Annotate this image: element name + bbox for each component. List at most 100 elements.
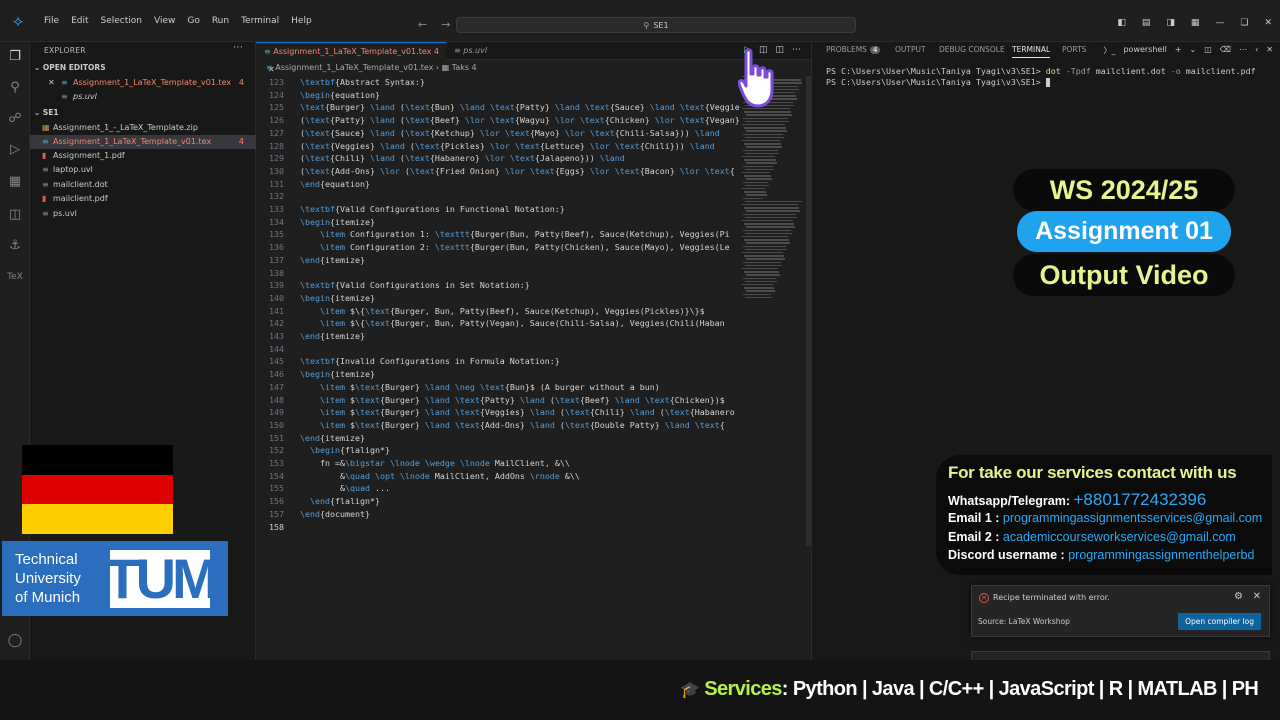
split-terminal-icon[interactable]: ◫ — [1204, 45, 1212, 56]
code-line[interactable]: 138 — [256, 267, 740, 280]
chevron-down-icon[interactable]: ⌄ — [1190, 45, 1197, 56]
code-line[interactable]: 152 \begin{flalign*} — [256, 444, 740, 457]
toggle-secondary-sidebar-icon[interactable]: ◨ — [1166, 18, 1175, 28]
menu-view[interactable]: View — [148, 16, 181, 26]
code-line[interactable]: 140 \begin{itemize} — [256, 292, 740, 305]
menu-go[interactable]: Go — [181, 16, 205, 26]
layout-icon[interactable]: ▦ — [1191, 18, 1200, 28]
chevron-left-icon[interactable]: ‹ — [1255, 45, 1258, 56]
code-line[interactable]: 137 \end{itemize} — [256, 254, 740, 267]
code-line[interactable]: 146 \begin{itemize} — [256, 368, 740, 381]
code-line[interactable]: 131 \end{equation} — [256, 178, 740, 191]
run-debug-icon[interactable]: ▷ — [5, 139, 25, 159]
open-editor-item[interactable]: ≡ ps.uvl — [30, 90, 256, 104]
minimize-icon[interactable]: — — [1215, 18, 1224, 28]
tex-icon[interactable]: TeX — [5, 267, 25, 287]
code-line[interactable]: 147 \item $\text{Burger} \land \neg \tex… — [256, 381, 740, 394]
code-line[interactable]: 126 (\text{Patty} \land (\text{Beef} \lor… — [256, 114, 740, 127]
explorer-icon[interactable]: ❐ — [5, 46, 25, 66]
file-item-selected[interactable]: ≡ Assignment_1_LaTeX_Template_v01.tex 4 — [30, 135, 256, 149]
tab-ports[interactable]: PORTS — [1062, 45, 1086, 54]
more-icon[interactable]: ⋯ — [1239, 45, 1247, 56]
close-icon[interactable]: ✕ — [1253, 591, 1261, 602]
code-line[interactable]: 128 (\text{Veggies} \land (\text{Pickles}… — [256, 140, 740, 153]
shell-name[interactable]: powershell — [1123, 45, 1166, 56]
code-line[interactable]: 156 \end{flalign*} — [256, 495, 740, 508]
code-line[interactable]: 130 (\text{Add-Ons} \lor (\text{Fried Oni… — [256, 165, 740, 178]
more-actions-icon[interactable]: ⋯ — [233, 42, 243, 53]
code-line[interactable]: 134 \begin{itemize} — [256, 216, 740, 229]
trash-icon[interactable]: ⌫ — [1220, 45, 1231, 56]
code-line[interactable]: 144 — [256, 343, 740, 356]
command-center-search[interactable]: ⚲ SE1 — [456, 17, 856, 33]
back-arrow-icon[interactable]: ← — [418, 18, 427, 31]
line-number: 151 — [269, 432, 284, 443]
file-item[interactable]: ▮ Assignment_1.pdf — [30, 149, 256, 163]
code-line[interactable]: 136 \item Configuration 2: \texttt{Burge… — [256, 241, 740, 254]
code-line[interactable]: 149 \item $\text{Burger} \land \text{Veg… — [256, 406, 740, 419]
forward-arrow-icon[interactable]: → — [441, 18, 450, 31]
more-icon[interactable]: ⋯ — [792, 45, 801, 55]
close-icon[interactable]: ✕ — [48, 76, 55, 90]
code-line[interactable]: 151 \end{itemize} — [256, 432, 740, 445]
code-line[interactable]: 125 \text{Burger} \land (\text{Bun} \land… — [256, 101, 740, 114]
code-line[interactable]: 143 \end{itemize} — [256, 330, 740, 343]
file-item[interactable]: ▮ mailclient.pdf — [30, 192, 256, 206]
search-view-icon[interactable]: ⚲ — [5, 77, 25, 97]
tab-tex-file[interactable]: ≡ Assignment_1_LaTeX_Template_v01.tex 4 … — [256, 42, 446, 74]
source-control-icon[interactable]: ☍ — [5, 108, 25, 128]
code-line[interactable]: 135 \item Configuration 1: \texttt{Burge… — [256, 228, 740, 241]
account-icon[interactable]: ◯ — [5, 630, 25, 650]
terminal-output[interactable]: PS C:\Users\User\Music\Taniya Tyagi\v3\S… — [826, 66, 1256, 88]
file-item[interactable]: ≡ mailclient.dot — [30, 178, 256, 192]
workspace-header[interactable]: ⌄ SE1 — [34, 108, 59, 117]
code-line[interactable]: 127 (\text{Sauce} \land (\text{Ketchup} \… — [256, 127, 740, 140]
code-line[interactable]: 148 \item $\text{Burger} \land \text{Pat… — [256, 394, 740, 407]
tab-terminal[interactable]: TERMINAL — [1012, 45, 1051, 58]
toggle-panel-icon[interactable]: ▤ — [1142, 18, 1151, 28]
extensions-icon[interactable]: ▦ — [5, 171, 25, 191]
code-line[interactable]: 123 \textbf{Abstract Syntax:} — [256, 76, 740, 89]
code-line[interactable]: 141 \item $\{\text{Burger, Bun, Patty(Be… — [256, 305, 740, 318]
minimap[interactable] — [742, 76, 804, 316]
open-editor-item[interactable]: ✕ ≡ Assignment_1_LaTeX_Template_v01.tex … — [30, 76, 256, 90]
file-item[interactable]: ≡ ps.uvl — [30, 207, 256, 221]
file-item[interactable]: ≡ laptop.uvl — [30, 163, 256, 177]
gear-icon[interactable]: ⚙ — [1234, 591, 1243, 602]
file-item[interactable]: ▦ Assignment_1_-_LaTeX_Template.zip — [30, 121, 256, 135]
code-line[interactable]: 142 \item $\{\text{Burger, Bun, Patty(Ve… — [256, 317, 740, 330]
code-line[interactable]: 153 fn =&\bigstar \lnode \wedge \lnode M… — [256, 457, 740, 470]
menu-edit[interactable]: Edit — [65, 16, 94, 26]
code-line[interactable]: 124 \begin{equation} — [256, 89, 740, 102]
menu-help[interactable]: Help — [285, 16, 318, 26]
tab-problems[interactable]: PROBLEMS 4 — [826, 45, 881, 54]
menu-terminal[interactable]: Terminal — [235, 16, 285, 26]
code-line[interactable]: 150 \item $\text{Burger} \land \text{Add… — [256, 419, 740, 432]
close-panel-icon[interactable]: ✕ — [1266, 45, 1273, 56]
code-line[interactable]: 155 &\quad ... — [256, 482, 740, 495]
new-terminal-icon[interactable]: + — [1175, 45, 1182, 56]
open-editors-header[interactable]: ⌄ OPEN EDITORS — [34, 63, 106, 72]
tab-ps-uvl[interactable]: ≡ ps.uvl — [446, 42, 516, 60]
tab-debug-console[interactable]: DEBUG CONSOLE — [939, 45, 1005, 54]
menu-selection[interactable]: Selection — [95, 16, 148, 26]
code-line[interactable]: 154 &\quad \opt \lnode MailClient, AddOn… — [256, 470, 740, 483]
menu-file[interactable]: File — [38, 16, 65, 26]
code-line[interactable]: 139 \textbf{Valid Configurations in Set N… — [256, 279, 740, 292]
restore-icon[interactable]: ❏ — [1240, 18, 1248, 28]
open-compiler-log-button[interactable]: Open compiler log — [1178, 613, 1261, 630]
menu-run[interactable]: Run — [206, 16, 235, 26]
code-text: (\text{Patty} \land (\text{Beef} \lor \t… — [300, 115, 740, 126]
tab-output[interactable]: OUTPUT — [895, 45, 926, 54]
code-line[interactable]: 129 (\text{Chili} \land (\text{Habanero} … — [256, 152, 740, 165]
toggle-sidebar-icon[interactable]: ◧ — [1117, 18, 1126, 28]
code-line[interactable]: 158 — [256, 521, 740, 534]
code-view[interactable]: 123 \textbf{Abstract Syntax:} 124 \begin{eq… — [256, 76, 740, 636]
remote-explorer-icon[interactable]: ◫ — [5, 204, 25, 224]
code-line[interactable]: 132 — [256, 190, 740, 203]
docker-icon[interactable]: ⚓ — [5, 235, 25, 255]
code-line[interactable]: 145 \textbf{Invalid Configurations in For… — [256, 355, 740, 368]
code-line[interactable]: 157 \end{document} — [256, 508, 740, 521]
code-line[interactable]: 133 \textbf{Valid Configurations in Funct… — [256, 203, 740, 216]
close-window-icon[interactable]: ✕ — [1264, 18, 1272, 28]
